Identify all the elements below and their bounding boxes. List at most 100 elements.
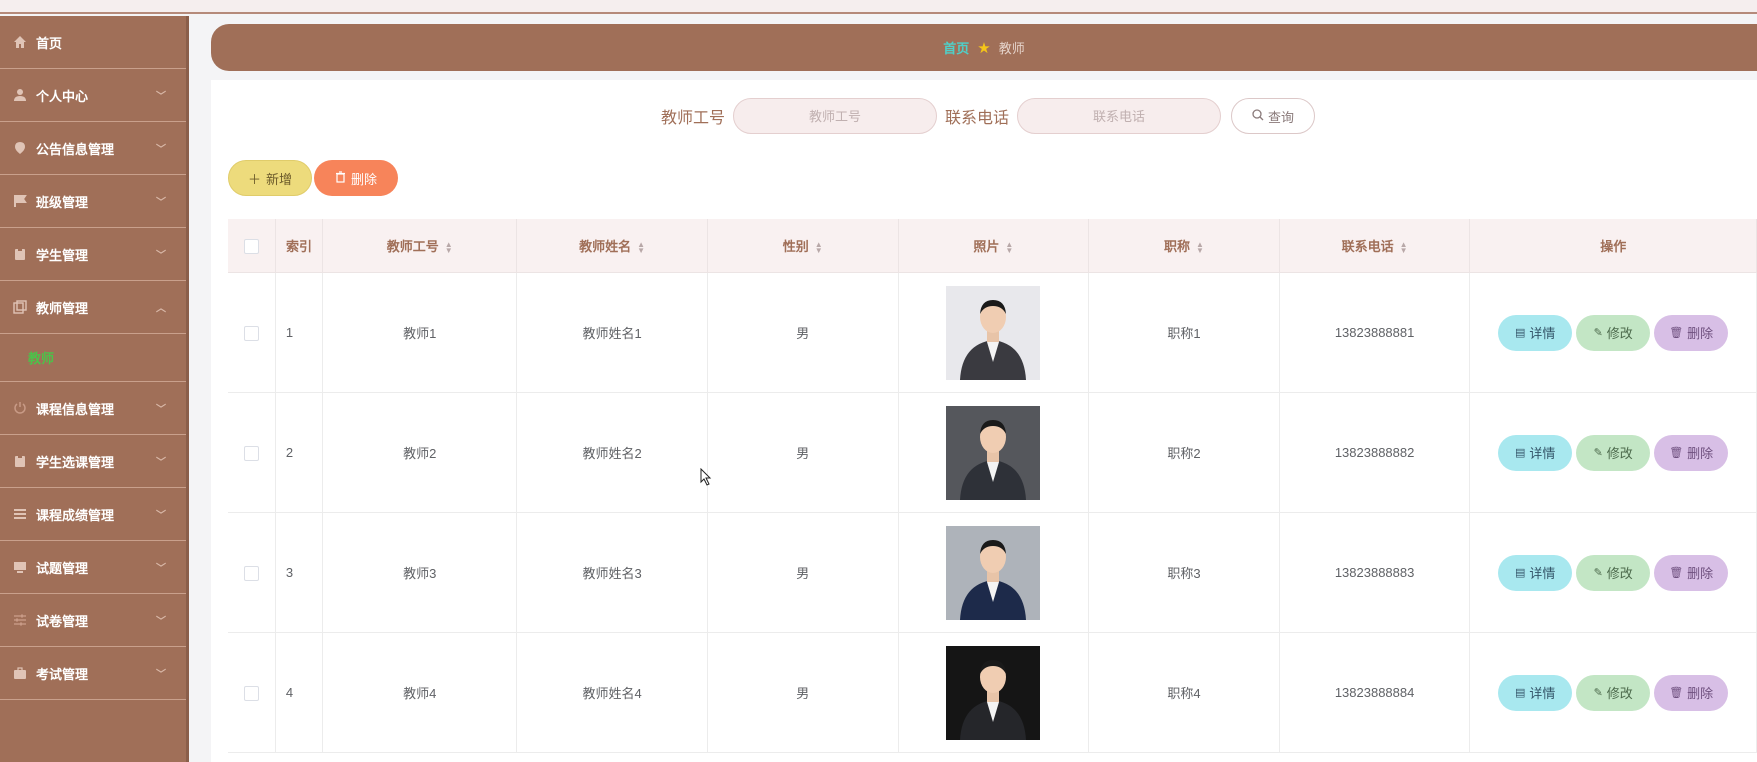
cell-teacher-id: 教师3	[322, 512, 518, 633]
row-checkbox[interactable]	[243, 685, 259, 701]
cell-actions: ▤ 详情 ✎ 修改 🗑︎ 删除	[1469, 512, 1757, 633]
chevron-down-icon: ﹀	[156, 404, 166, 416]
teacher-photo[interactable]	[946, 525, 1041, 620]
cell-title: 职称3	[1088, 512, 1280, 633]
sidebar-item-question-management[interactable]: 试题管理 ﹀	[0, 541, 186, 594]
sidebar-item-label: 课程信息管理	[36, 401, 115, 417]
batch-delete-button[interactable]: 删除	[314, 160, 398, 196]
cell-teacher-id: 教师1	[322, 272, 518, 393]
delete-button[interactable]: 🗑︎ 删除	[1654, 554, 1729, 591]
sort-icon[interactable]: ▲ ▼	[1400, 240, 1408, 254]
edit-icon: ✎	[1593, 327, 1603, 339]
cell-teacher-name: 教师姓名2	[516, 392, 708, 513]
header-gender[interactable]: 性别 ▲ ▼	[707, 219, 899, 273]
header-title[interactable]: 职称 ▲ ▼	[1088, 219, 1280, 273]
chevron-down-icon: ﹀	[156, 144, 166, 156]
header-index: 索引	[275, 219, 324, 273]
edit-button[interactable]: ✎ 修改	[1576, 314, 1651, 351]
table-row: 2 教师2 教师姓名2 男职称2 13823888882 ▤ 详情 ✎ 修改 🗑︎ 删除	[228, 392, 1757, 513]
header-teacher-id[interactable]: 教师工号 ▲ ▼	[322, 219, 518, 273]
trash-icon	[335, 170, 346, 186]
teacher-id-input[interactable]	[733, 98, 937, 134]
row-checkbox[interactable]	[243, 445, 259, 461]
sidebar-item-personal-center[interactable]: 个人中心 ﹀	[0, 69, 186, 122]
sidebar-item-label: 试题管理	[36, 560, 89, 576]
phone-label: 联系电话	[945, 110, 1010, 127]
detail-button[interactable]: ▤ 详情	[1498, 434, 1573, 471]
delete-button-label: 删除	[1687, 446, 1714, 461]
sort-icon[interactable]: ▲ ▼	[815, 240, 823, 254]
header-title-label: 职称	[1163, 239, 1190, 254]
table-row: 1 教师1 教师姓名1 男职称1 13823888881 ▤ 详情 ✎ 修改 🗑︎ 删除	[228, 272, 1757, 393]
delete-button-label: 删除	[1687, 686, 1714, 701]
cell-photo	[898, 512, 1090, 633]
teacher-photo[interactable]	[946, 405, 1041, 500]
detail-button[interactable]: ▤ 详情	[1498, 674, 1573, 711]
edit-button-label: 修改	[1606, 326, 1633, 341]
cell-teacher-name: 教师姓名1	[516, 272, 708, 393]
sort-icon[interactable]: ▲ ▼	[1005, 240, 1013, 254]
sidebar-item-grade-management[interactable]: 课程成绩管理 ﹀	[0, 488, 186, 541]
edit-button[interactable]: ✎ 修改	[1576, 674, 1651, 711]
document-icon: ▤	[1514, 567, 1526, 579]
sidebar-item-course-selection[interactable]: 学生选课管理 ﹀	[0, 435, 186, 488]
cell-index: 4	[275, 632, 324, 753]
edit-button[interactable]: ✎ 修改	[1576, 554, 1651, 591]
sidebar-item-exam-management[interactable]: 考试管理 ﹀	[0, 647, 186, 700]
sidebar-item-student-management[interactable]: 学生管理 ﹀	[0, 228, 186, 281]
sidebar-item-class-management[interactable]: 班级管理 ﹀	[0, 175, 186, 228]
sidebar-item-notice-management[interactable]: 公告信息管理 ﹀	[0, 122, 186, 175]
header-photo[interactable]: 照片 ▲ ▼	[898, 219, 1090, 273]
edit-icon: ✎	[1593, 447, 1603, 459]
flag-icon	[12, 193, 28, 209]
delete-button[interactable]: 🗑︎ 删除	[1654, 674, 1729, 711]
sidebar-item-label: 学生选课管理	[36, 454, 115, 470]
cell-phone: 13823888882	[1279, 392, 1471, 513]
detail-button[interactable]: ▤ 详情	[1498, 314, 1573, 351]
delete-button[interactable]: 🗑︎ 删除	[1654, 434, 1729, 471]
cell-teacher-name: 教师姓名3	[516, 512, 708, 633]
cell-phone: 13823888883	[1279, 512, 1471, 633]
chevron-down-icon: ﹀	[156, 510, 166, 522]
header-phone[interactable]: 联系电话 ▲ ▼	[1279, 219, 1471, 273]
select-all-checkbox[interactable]	[243, 238, 259, 254]
cell-gender: 男	[707, 632, 899, 753]
sidebar-item-paper-management[interactable]: 试卷管理 ﹀	[0, 594, 186, 647]
sort-icon[interactable]: ▲ ▼	[445, 240, 453, 254]
teacher-photo[interactable]	[946, 285, 1041, 380]
sort-icon[interactable]: ▲ ▼	[1196, 240, 1204, 254]
sidebar-item-label: 学生管理	[36, 247, 89, 263]
detail-button-label: 详情	[1529, 326, 1556, 341]
cell-title: 职称2	[1088, 392, 1280, 513]
query-button[interactable]: 查询	[1231, 98, 1316, 134]
cell-photo	[898, 632, 1090, 753]
cell-teacher-name: 教师姓名4	[516, 632, 708, 753]
teacher-photo[interactable]	[946, 645, 1041, 740]
sidebar-subitem-teacher[interactable]: 教师	[0, 334, 186, 382]
delete-button[interactable]: 🗑︎ 删除	[1654, 314, 1729, 351]
cell-actions: ▤ 详情 ✎ 修改 🗑︎ 删除	[1469, 632, 1757, 753]
trash-icon: 🗑︎	[1669, 447, 1684, 459]
row-select-cell	[228, 632, 276, 753]
cell-phone: 13823888881	[1279, 272, 1471, 393]
sidebar-item-home[interactable]: 首页	[0, 16, 186, 69]
edit-button[interactable]: ✎ 修改	[1576, 434, 1651, 471]
row-checkbox[interactable]	[243, 325, 259, 341]
row-checkbox[interactable]	[243, 565, 259, 581]
detail-button[interactable]: ▤ 详情	[1498, 554, 1573, 591]
monitor-icon	[12, 559, 28, 575]
content-panel: 教师工号 联系电话 查询 ＋ 新增 删除	[211, 80, 1757, 762]
sidebar-item-course-info[interactable]: 课程信息管理 ﹀	[0, 382, 186, 435]
header-teacher-name[interactable]: 教师姓名 ▲ ▼	[516, 219, 708, 273]
sort-icon[interactable]: ▲ ▼	[637, 240, 645, 254]
top-bar	[0, 0, 1757, 14]
chevron-down-icon: ﹀	[156, 457, 166, 469]
add-button[interactable]: ＋ 新增	[228, 160, 312, 196]
document-icon: ▤	[1514, 687, 1526, 699]
chevron-down-icon: ﹀	[156, 91, 166, 103]
sidebar: 首页 个人中心 ﹀ 公告信息管理 ﹀ 班级管理 ﹀ 学生管理 ﹀ 教师管理 ︿ …	[0, 16, 189, 762]
breadcrumb-home[interactable]: 首页	[943, 38, 969, 57]
phone-input[interactable]	[1017, 98, 1222, 134]
sidebar-item-teacher-management[interactable]: 教师管理 ︿	[0, 281, 186, 334]
chevron-down-icon: ﹀	[156, 616, 166, 628]
